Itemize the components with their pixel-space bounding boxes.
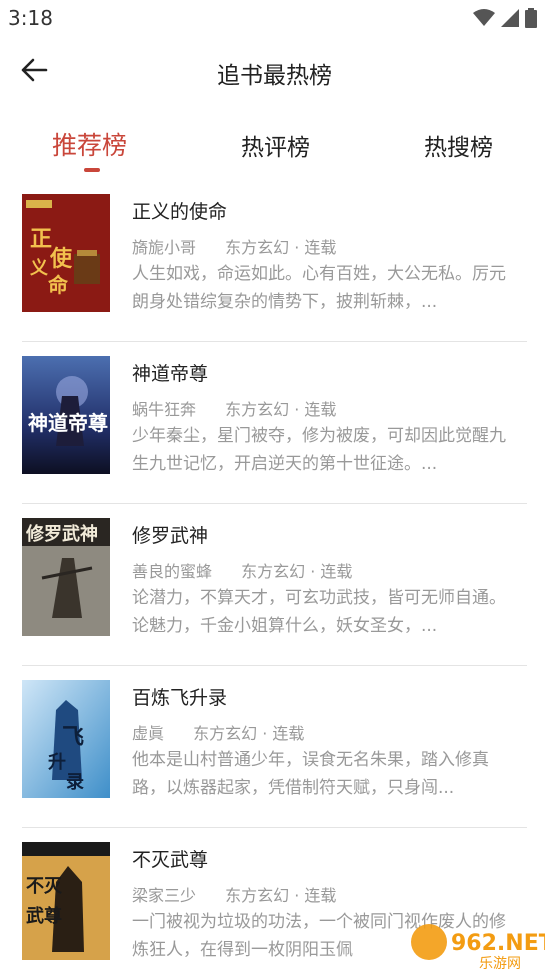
book-cover: 正 使 义 命 (22, 194, 110, 312)
tab-hot-search[interactable]: 热搜榜 (424, 128, 493, 162)
svg-text:不灭: 不灭 (26, 876, 63, 897)
book-author: 蜗牛狂奔 (132, 400, 197, 419)
svg-text:义: 义 (30, 257, 48, 279)
book-description: 他本是山村普通少年，误食无名朱果，踏入修真路，以炼器起家，凭借制符天赋，只身闯.… (132, 750, 489, 798)
svg-text:神道帝尊: 神道帝尊 (28, 411, 108, 435)
book-list: 正 使 义 命 正义的使命 旖旎小哥 东方玄幻 · 连载 人生如戏，命运如此。心… (0, 180, 549, 976)
page-title: 追书最热榜 (217, 63, 332, 89)
status-icons (473, 8, 537, 32)
book-cover: 不灭 武尊 (22, 842, 110, 960)
book-tags: 东方玄幻 · 连载 (241, 562, 353, 581)
book-meta: 善良的蜜蜂 东方玄幻 · 连载 (132, 558, 352, 582)
book-meta: 虚眞 东方玄幻 · 连载 (132, 720, 304, 744)
book-author: 旖旎小哥 (132, 238, 197, 257)
book-description: 人生如戏，命运如此。心有百姓，大公无私。厉元朗身处错综复杂的情势下，披荆斩棘，.… (132, 264, 506, 312)
book-title: 正义的使命 (132, 201, 228, 223)
svg-text:升: 升 (48, 752, 66, 773)
book-tags: 东方玄幻 · 连载 (193, 724, 305, 743)
battery-icon (525, 8, 537, 32)
svg-text:武尊: 武尊 (26, 905, 62, 927)
signal-icon (501, 9, 519, 31)
tab-bar: 推荐榜 热评榜 热搜榜 (0, 118, 549, 178)
book-meta: 梁家三少 东方玄幻 · 连载 (132, 882, 336, 906)
book-title: 不灭武尊 (132, 849, 209, 871)
book-item[interactable]: 正 使 义 命 正义的使命 旖旎小哥 东方玄幻 · 连载 人生如戏，命运如此。心… (0, 180, 549, 342)
tab-indicator (84, 168, 100, 172)
tab-hot-comments[interactable]: 热评榜 (241, 128, 310, 162)
book-meta: 蜗牛狂奔 东方玄幻 · 连载 (132, 396, 336, 420)
tab-recommended[interactable]: 推荐榜 (52, 126, 127, 162)
book-title: 神道帝尊 (132, 363, 209, 385)
book-item[interactable]: 修罗武神 修罗武神 善良的蜜蜂 东方玄幻 · 连载 论潜力，不算天才，可玄功武技… (0, 504, 549, 666)
svg-text:正: 正 (30, 226, 52, 252)
watermark-brand: 962.NET (451, 931, 545, 956)
book-tags: 东方玄幻 · 连载 (225, 400, 337, 419)
status-bar: 3:18 (0, 0, 549, 36)
book-cover: 飞 升 录 (22, 680, 110, 798)
svg-text:修罗武神: 修罗武神 (25, 523, 98, 545)
svg-text:使: 使 (49, 246, 73, 272)
svg-text:命: 命 (48, 273, 69, 297)
book-tags: 东方玄幻 · 连载 (225, 886, 337, 905)
book-author: 虚眞 (132, 724, 165, 743)
header: 追书最热榜 (0, 36, 549, 108)
status-time: 3:18 (8, 6, 53, 30)
book-title: 百炼飞升录 (132, 687, 228, 709)
watermark-sub: 乐游网 (479, 956, 521, 970)
wifi-icon (473, 9, 495, 31)
book-author: 梁家三少 (132, 886, 197, 905)
svg-text:飞: 飞 (62, 724, 84, 750)
book-meta: 旖旎小哥 东方玄幻 · 连载 (132, 234, 336, 258)
book-description: 论潜力，不算天才，可玄功武技，皆可无师自通。论魅力，千金小姐算什么，妖女圣女，.… (132, 588, 506, 636)
book-item[interactable]: 神道帝尊 神道帝尊 蜗牛狂奔 东方玄幻 · 连载 少年秦尘，星门被夺，修为被废，… (0, 342, 549, 504)
watermark-logo: 962.NET 乐游网 (407, 920, 549, 972)
svg-text:录: 录 (66, 772, 84, 793)
book-tags: 东方玄幻 · 连载 (225, 238, 337, 257)
book-cover: 修罗武神 (22, 518, 110, 636)
book-item[interactable]: 飞 升 录 百炼飞升录 虚眞 东方玄幻 · 连载 他本是山村普通少年，误食无名朱… (0, 666, 549, 828)
book-title: 修罗武神 (132, 525, 209, 547)
book-description: 少年秦尘，星门被夺，修为被废，可却因此觉醒九生九世记忆，开启逆天的第十世征途。.… (132, 426, 506, 474)
book-author: 善良的蜜蜂 (132, 562, 213, 581)
book-cover: 神道帝尊 (22, 356, 110, 474)
